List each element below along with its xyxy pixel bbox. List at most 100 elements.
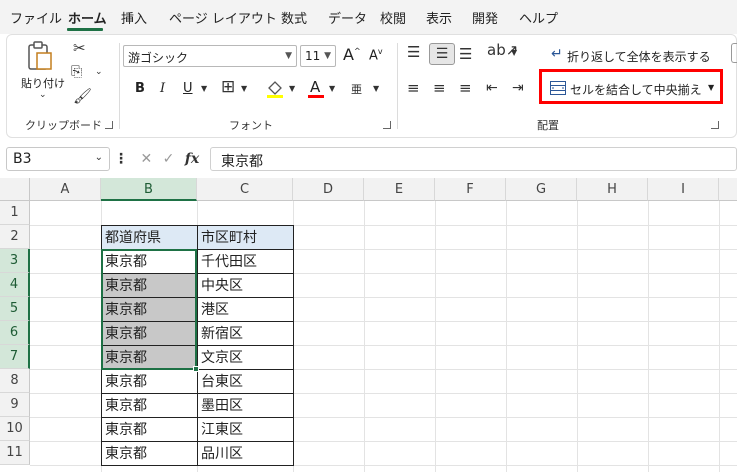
row-header-10[interactable]: 10 bbox=[0, 417, 30, 441]
select-all-corner[interactable] bbox=[0, 178, 30, 201]
cancel-icon[interactable]: ✕ bbox=[140, 151, 152, 167]
cell-b2[interactable]: 都道府県 bbox=[101, 225, 198, 250]
cell-c5[interactable]: 港区 bbox=[197, 297, 294, 322]
cell-b8[interactable]: 東京都 bbox=[101, 369, 198, 394]
align-right-icon[interactable]: ≡ bbox=[459, 81, 472, 96]
column-header-h[interactable]: H bbox=[577, 178, 648, 201]
insert-function-icon[interactable]: fx bbox=[185, 151, 199, 167]
borders-icon[interactable]: ⊞ bbox=[221, 79, 235, 96]
align-top-icon[interactable]: ☰ bbox=[407, 45, 420, 60]
grow-font-button[interactable]: A^ bbox=[343, 45, 361, 64]
font-color-glyph: A bbox=[310, 78, 321, 96]
tab-formulas[interactable]: 数式 bbox=[281, 8, 307, 27]
tab-file[interactable]: ファイル bbox=[10, 8, 62, 27]
wrap-text-icon: ↵ bbox=[551, 46, 563, 62]
row-header-3[interactable]: 3 bbox=[0, 249, 30, 273]
chevron-down-icon: ▼ bbox=[285, 51, 292, 61]
row-header-11[interactable]: 11 bbox=[0, 441, 30, 465]
row-header-2[interactable]: 2 bbox=[0, 225, 30, 249]
wrap-text-button[interactable]: 折り返して全体を表示する bbox=[567, 48, 711, 65]
column-header-a[interactable]: A bbox=[30, 178, 101, 201]
font-color-dropdown-icon[interactable]: ▼ bbox=[329, 85, 335, 93]
row-header-8[interactable]: 8 bbox=[0, 369, 30, 393]
row-header-6[interactable]: 6 bbox=[0, 321, 30, 345]
cell-b9[interactable]: 東京都 bbox=[101, 393, 198, 418]
tab-page-layout[interactable]: ページ レイアウト bbox=[169, 8, 277, 27]
tab-review[interactable]: 校閲 bbox=[380, 8, 406, 27]
row-header-5[interactable]: 5 bbox=[0, 297, 30, 321]
fill-color-dropdown-icon[interactable]: ▼ bbox=[289, 85, 295, 93]
font-launcher-icon[interactable] bbox=[383, 121, 391, 129]
column-header-b[interactable]: B bbox=[101, 178, 197, 201]
tab-developer[interactable]: 開発 bbox=[472, 8, 498, 27]
cell-c7[interactable]: 文京区 bbox=[197, 345, 294, 370]
column-header-f[interactable]: F bbox=[435, 178, 506, 201]
grow-font-glyph: A bbox=[343, 45, 354, 64]
fill-color-icon[interactable] bbox=[266, 79, 284, 99]
shrink-font-button[interactable]: Av bbox=[369, 47, 383, 63]
align-bottom-icon[interactable]: ☰ bbox=[459, 47, 472, 62]
phonetic-dropdown-icon[interactable]: ▼ bbox=[373, 85, 379, 93]
cut-icon[interactable]: ✂ bbox=[73, 41, 86, 56]
borders-dropdown-icon[interactable]: ▼ bbox=[241, 85, 247, 93]
increase-indent-icon[interactable]: ⇥ bbox=[512, 81, 524, 95]
cell-c2[interactable]: 市区町村 bbox=[197, 225, 294, 250]
paste-label[interactable]: 貼り付け bbox=[21, 75, 65, 91]
column-header-g[interactable]: G bbox=[506, 178, 577, 201]
cell-c8[interactable]: 台東区 bbox=[197, 369, 294, 394]
orientation-dropdown-icon[interactable]: ▼ bbox=[511, 49, 517, 57]
font-size-value: 11 bbox=[305, 49, 321, 63]
font-size-select[interactable]: 11 ▼ bbox=[300, 45, 336, 67]
bold-button[interactable]: B bbox=[135, 81, 145, 96]
paste-dropdown-icon[interactable]: ⌄ bbox=[39, 91, 47, 100]
gridline bbox=[648, 201, 649, 472]
cell-b11[interactable]: 東京都 bbox=[101, 441, 198, 466]
tab-insert[interactable]: 挿入 bbox=[121, 8, 147, 27]
row-header-7[interactable]: 7 bbox=[0, 345, 30, 369]
group-divider bbox=[397, 43, 398, 129]
cell-c4[interactable]: 中央区 bbox=[197, 273, 294, 298]
selection-range-border bbox=[101, 249, 197, 370]
cell-c11[interactable]: 品川区 bbox=[197, 441, 294, 466]
paste-icon[interactable] bbox=[27, 41, 53, 71]
alignment-launcher-icon[interactable] bbox=[711, 121, 719, 129]
row-header-4[interactable]: 4 bbox=[0, 273, 30, 297]
format-painter-icon[interactable]: 🖌 bbox=[73, 89, 92, 104]
cell-b10[interactable]: 東京都 bbox=[101, 417, 198, 442]
phonetic-button[interactable]: 亜 bbox=[351, 81, 362, 97]
cell-c10[interactable]: 江東区 bbox=[197, 417, 294, 442]
cell-c9[interactable]: 墨田区 bbox=[197, 393, 294, 418]
font-name-select[interactable]: 游ゴシック ▼ bbox=[123, 45, 297, 67]
tab-help[interactable]: ヘルプ bbox=[519, 8, 558, 27]
column-header-i[interactable]: I bbox=[648, 178, 719, 201]
row-header-1[interactable]: 1 bbox=[0, 201, 30, 225]
tab-data[interactable]: データ bbox=[328, 8, 367, 27]
cell-c6[interactable]: 新宿区 bbox=[197, 321, 294, 346]
name-box[interactable]: B3 ⌄ bbox=[6, 147, 110, 171]
formula-input[interactable]: 東京都 bbox=[210, 147, 737, 171]
formula-bar: B3 ⌄ ⋮ ✕ ✓ fx 東京都 bbox=[0, 144, 737, 174]
name-box-value: B3 bbox=[13, 151, 32, 167]
align-middle-icon[interactable]: ☰ bbox=[429, 43, 455, 65]
clipboard-launcher-icon[interactable] bbox=[105, 121, 113, 129]
column-header-c[interactable]: C bbox=[197, 178, 293, 201]
enter-icon[interactable]: ✓ bbox=[163, 151, 175, 167]
copy-icon[interactable]: ⎘ bbox=[71, 65, 82, 79]
underline-button[interactable]: U bbox=[183, 81, 193, 96]
row-header-9[interactable]: 9 bbox=[0, 393, 30, 417]
number-format-combo-edge[interactable] bbox=[731, 43, 737, 63]
underline-dropdown-icon[interactable]: ▼ bbox=[201, 85, 207, 93]
fill-handle[interactable] bbox=[193, 366, 199, 372]
align-center-icon[interactable]: ≡ bbox=[433, 81, 446, 96]
column-header-e[interactable]: E bbox=[364, 178, 435, 201]
copy-dropdown-icon[interactable]: ⌄ bbox=[95, 68, 103, 77]
tab-view[interactable]: 表示 bbox=[426, 8, 452, 27]
column-header-partial[interactable] bbox=[719, 178, 737, 201]
column-header-d[interactable]: D bbox=[293, 178, 364, 201]
tab-home[interactable]: ホーム bbox=[68, 8, 107, 27]
align-left-icon[interactable]: ≡ bbox=[407, 81, 420, 96]
italic-button[interactable]: I bbox=[160, 81, 165, 96]
font-color-icon[interactable]: A bbox=[307, 77, 325, 99]
decrease-indent-icon[interactable]: ⇤ bbox=[486, 81, 498, 95]
cell-c3[interactable]: 千代田区 bbox=[197, 249, 294, 274]
